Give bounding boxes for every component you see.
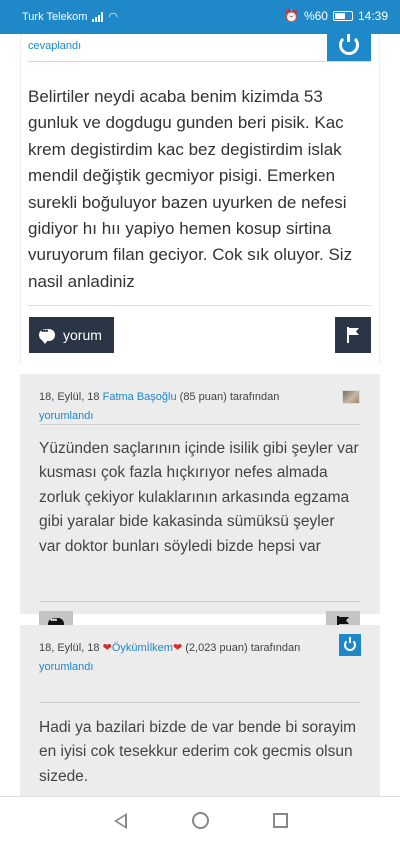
power-icon [344,637,356,651]
clock: 14:39 [357,9,388,23]
battery-icon [332,11,353,21]
answer-card: 18, Eylül, 18 ❤Öykümİlkem❤ (2,023 puan) … [20,625,380,796]
home-icon [191,812,209,829]
heart-icon: ❤ [172,642,183,654]
flag-icon [346,327,360,343]
answer-author-link[interactable]: Öykümİlkem [112,642,173,654]
answer-action-link[interactable]: yorumlandı [39,410,93,422]
answer-by-label: tarafından [250,642,301,654]
battery-percent: %60 [303,9,328,23]
comment-button-label: yorum [63,327,102,343]
status-right: ⏰ %60 14:39 [284,9,388,23]
question-meta[interactable]: cevaplandı [28,40,81,52]
answer-author-link[interactable]: Fatma Başoğlu [103,391,177,403]
answer-meta: 18, Eylül, 18 Fatma Başoğlu (85 puan) ta… [39,388,340,426]
status-left: Turk Telekom ◠ [22,10,119,24]
back-button[interactable] [105,806,135,836]
comment-button[interactable]: yorum [29,317,114,353]
answer-text: Hadi ya bazilari bizde de var bende bi s… [39,719,357,785]
system-nav-bar [0,796,400,844]
divider [39,702,360,703]
question-card: cevaplandı Belirtiler neydi acaba benim … [20,34,380,364]
author-avatar[interactable] [339,634,361,656]
home-button[interactable] [185,806,215,836]
answer-points: (2,023 puan) [185,642,248,654]
recents-button[interactable] [265,806,295,836]
power-icon [339,34,359,55]
signal-icon [92,11,104,22]
author-avatar[interactable] [342,390,360,404]
answer-meta: 18, Eylül, 18 ❤Öykümİlkem❤ (2,023 puan) … [39,639,340,677]
recents-icon [272,813,288,828]
divider [39,601,360,602]
answer-by-label: tarafından [229,391,280,403]
answer-card: 18, Eylül, 18 Fatma Başoğlu (85 puan) ta… [20,374,380,637]
answer-date: 18, Eylül, 18 [39,642,100,654]
answer-date: 18, Eylül, 18 [39,391,100,403]
page-content[interactable]: cevaplandı Belirtiler neydi acaba benim … [0,34,400,796]
status-bar: Turk Telekom ◠ ⏰ %60 14:39 [0,0,400,34]
report-button[interactable] [335,317,371,353]
divider [28,61,371,62]
heart-icon: ❤ [102,642,112,654]
alarm-icon: ⏰ [283,9,299,23]
answer-text: Yüzünden saçlarının içinde isilik gibi ş… [39,440,359,555]
carrier-name: Turk Telekom [22,10,88,23]
wifi-icon: ◠ [108,11,119,23]
question-text: Belirtiler neydi acaba benim kizimda 53 … [28,87,353,291]
divider [39,424,360,425]
answer-action-link[interactable]: yorumlandı [39,661,93,673]
answer-points: (85 puan) [179,391,227,403]
comment-icon [39,326,55,344]
divider [28,305,371,306]
back-icon [113,812,127,829]
asker-avatar[interactable] [327,34,371,62]
